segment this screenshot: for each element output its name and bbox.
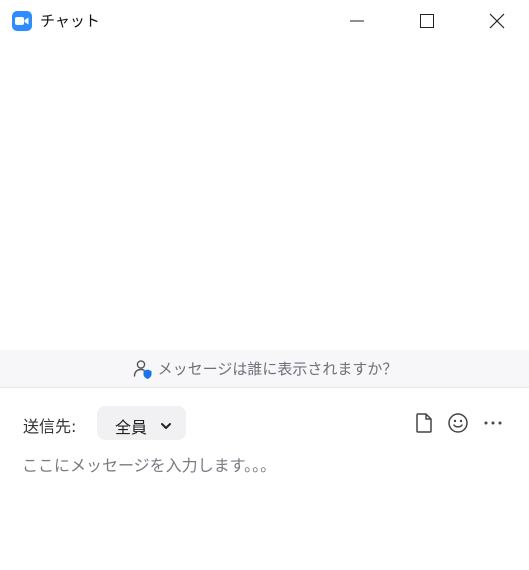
minimize-button[interactable] (334, 0, 380, 42)
window-title: チャット (40, 12, 100, 30)
recipient-dropdown[interactable]: 全員 (97, 406, 186, 440)
user-shield-icon (132, 358, 154, 380)
recipient-label: 送信先: (23, 417, 77, 436)
minimize-icon (350, 20, 364, 22)
recipient-value: 全員 (115, 418, 148, 437)
maximize-button[interactable] (404, 0, 450, 42)
visibility-banner-text: メッセージは誰に表示されますか？ (157, 360, 398, 378)
more-icon (484, 421, 502, 425)
emoji-icon (448, 413, 468, 433)
close-icon (489, 13, 505, 29)
message-visibility-banner[interactable]: メッセージは誰に表示されますか？ (0, 350, 529, 388)
close-button[interactable] (474, 0, 520, 42)
emoji-button[interactable] (446, 411, 470, 435)
file-icon (416, 413, 432, 433)
title-bar: チャット (0, 0, 529, 42)
file-share-button[interactable] (412, 411, 436, 435)
maximize-icon (420, 14, 434, 28)
message-input[interactable] (22, 452, 512, 552)
chat-window: チャット メッセージは誰に表示されますか？ 送信先: 全員 ここにメッセージを入… (0, 0, 529, 570)
chat-message-area[interactable] (0, 42, 529, 350)
more-options-button[interactable] (481, 411, 505, 435)
recipient-row: 送信先: 全員 (0, 400, 529, 446)
chevron-down-icon (160, 417, 172, 436)
zoom-app-icon (12, 11, 32, 31)
